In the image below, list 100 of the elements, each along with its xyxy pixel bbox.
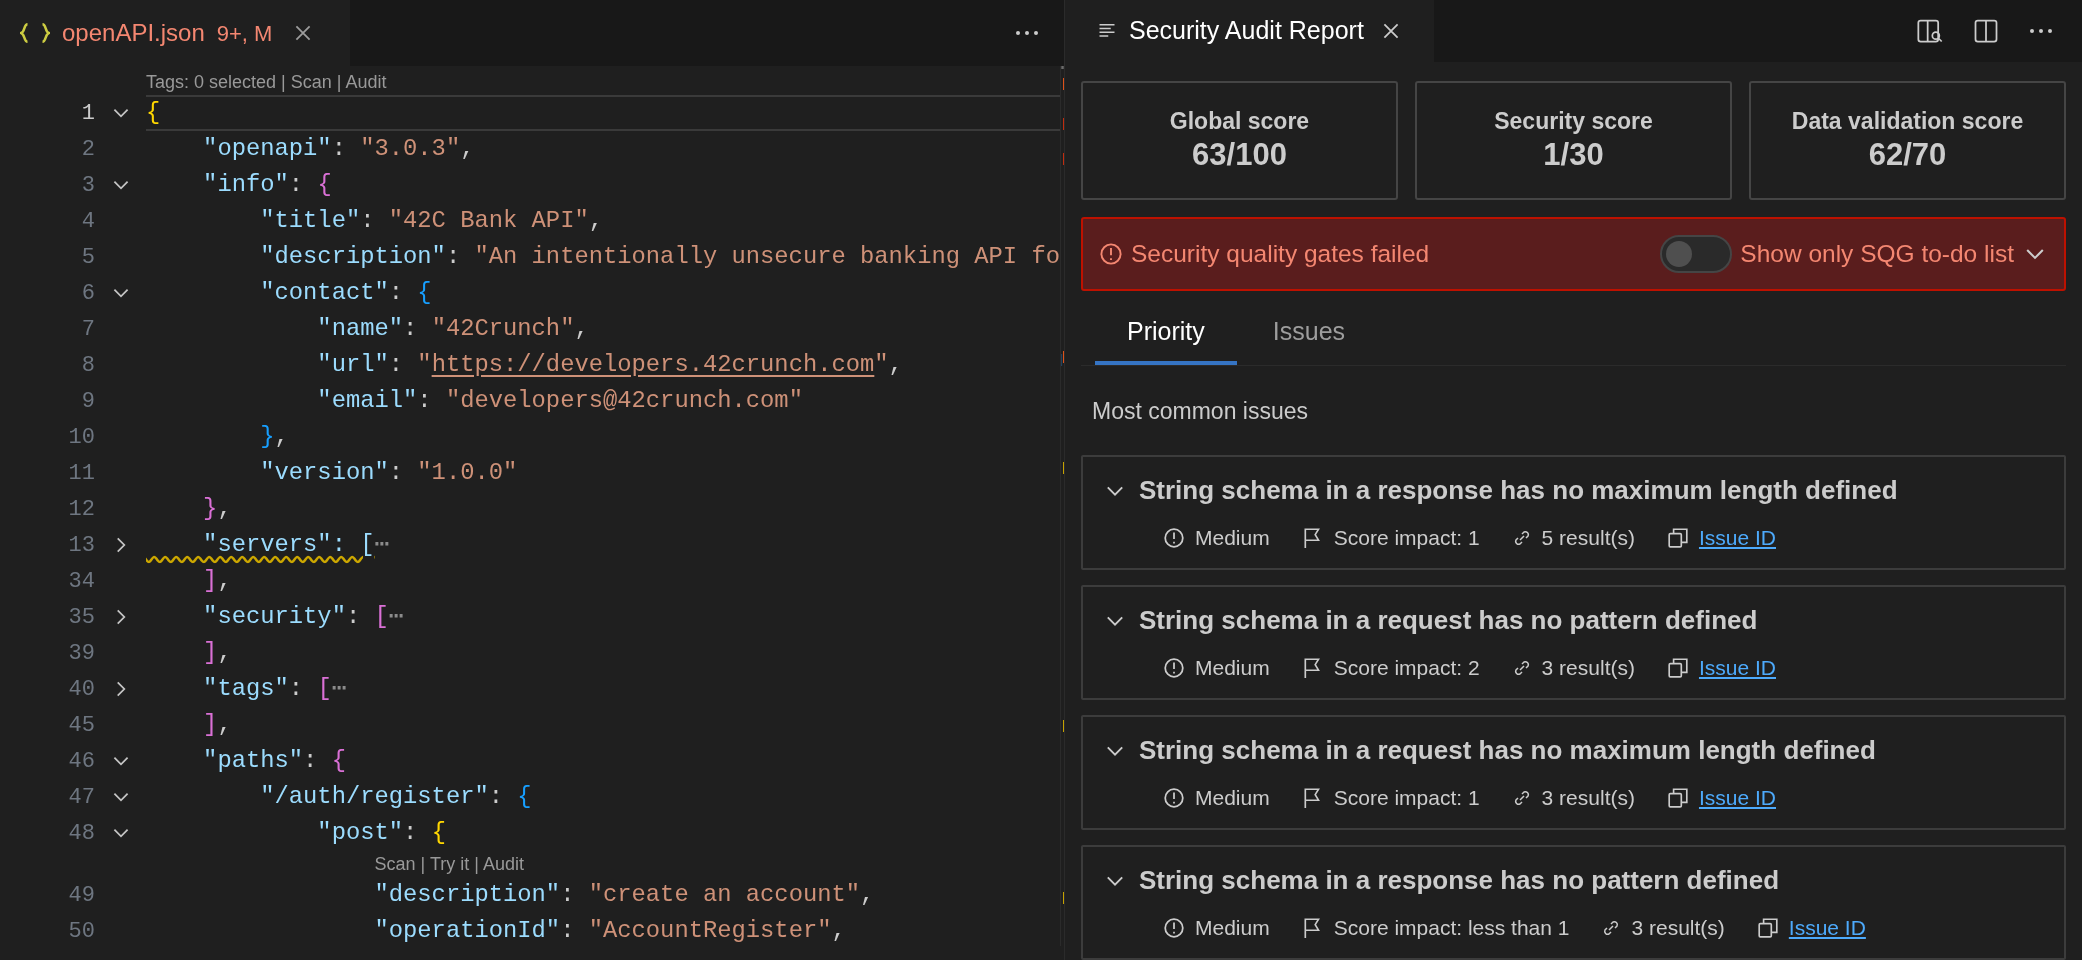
line-number: 49	[67, 881, 95, 910]
code-line: "openapi": "3.0.3",	[202, 134, 476, 165]
issue-card[interactable]: String schema in a request has no pattern defined Medium Score impact: 2 3 result(s) Issue ID	[1081, 585, 2066, 700]
copy-icon[interactable]	[1756, 917, 1779, 939]
tab-title: openAPI.json	[62, 18, 205, 48]
line-number: 6	[80, 279, 95, 308]
line-number: 34	[67, 567, 95, 596]
toggle-label: Show only SQG to-do list	[1740, 238, 2014, 269]
line-number: 8	[80, 351, 95, 380]
line-number: 39	[67, 639, 95, 668]
split-editor-icon[interactable]	[1972, 17, 2000, 45]
line-number: 47	[67, 783, 95, 812]
code-line: "title": "42C Bank API",	[259, 206, 604, 237]
code-line: "servers": [⋯	[202, 530, 390, 561]
line-number: 7	[80, 315, 95, 344]
severity-label: Medium	[1195, 525, 1270, 552]
score-impact: Score impact: 1	[1333, 785, 1480, 812]
more-actions-icon[interactable]	[2028, 28, 2054, 34]
issue-id-link[interactable]: Issue ID	[1698, 522, 1776, 554]
alert-icon	[1099, 242, 1123, 266]
score-label: Global score	[1169, 106, 1310, 136]
result-count: 3 result(s)	[1541, 655, 1635, 682]
code-line: "/auth/register": {	[259, 782, 533, 813]
score-impact: Score impact: 1	[1333, 525, 1480, 552]
code-line: "description": "An intentionally unsecure banking API fo	[259, 242, 1060, 273]
line-number: 3	[80, 171, 95, 200]
issue-card[interactable]: String schema in a request has no maximum length defined Medium Score impact: 1 3 result(s) Issue ID	[1081, 715, 2066, 830]
issue-id-link[interactable]: Issue ID	[1788, 912, 1866, 944]
code-line: "email": "developers@42crunch.com"	[316, 386, 804, 417]
copy-icon[interactable]	[1666, 787, 1689, 809]
score-value: 1/30	[1543, 135, 1604, 174]
code-line: ],	[202, 566, 233, 597]
result-count: 3 result(s)	[1541, 785, 1635, 812]
line-number: 5	[80, 243, 95, 272]
section-title: Most common issues	[1092, 396, 1309, 426]
code-line: },	[202, 494, 233, 525]
banner-message: Security quality gates failed	[1131, 238, 1430, 269]
line-number: 35	[67, 603, 95, 632]
issue-id-link[interactable]: Issue ID	[1698, 782, 1776, 814]
issue-title: String schema in a request has no maximum length defined	[1139, 734, 1876, 768]
alert-icon	[1163, 787, 1185, 809]
copy-icon[interactable]	[1666, 527, 1689, 549]
line-number: 11	[67, 459, 95, 488]
code-line: "security": [⋯	[202, 602, 405, 633]
alert-icon	[1163, 527, 1185, 549]
more-actions-icon[interactable]	[1014, 30, 1040, 36]
alert-icon	[1163, 917, 1185, 939]
code-lens[interactable]: Tags: 0 selected | Scan | Audit	[146, 68, 387, 96]
line-number: 10	[67, 423, 95, 452]
code-lens[interactable]: Scan | Try it | Audit	[374, 850, 524, 878]
severity-label: Medium	[1195, 785, 1270, 812]
code-line: ],	[202, 710, 233, 741]
line-number: 50	[67, 917, 95, 946]
score-impact: Score impact: less than 1	[1333, 915, 1570, 942]
code-line: "operationId": "AccountRegister",	[373, 916, 847, 947]
toggle-switch[interactable]	[1660, 235, 1733, 273]
issue-title: String schema in a request has no pattern defined	[1139, 604, 1758, 638]
code-line: "contact": {	[259, 278, 433, 309]
code-line: "version": "1.0.0"	[259, 458, 519, 489]
issue-card[interactable]: String schema in a response has no maximum length defined Medium Score impact: 1 5 result(s) Issue ID	[1081, 455, 2066, 570]
line-number: 12	[67, 495, 95, 524]
view-tab[interactable]: Issues	[1240, 301, 1378, 365]
code-line: "post": {	[316, 818, 447, 849]
line-number: 40	[67, 675, 95, 704]
line-number: 9	[80, 387, 95, 416]
issue-id-link[interactable]: Issue ID	[1698, 652, 1776, 684]
code-line: "name": "42Crunch",	[316, 314, 590, 345]
code-line: "description": "create an account",	[373, 880, 876, 911]
view-tab[interactable]: Priority	[1095, 301, 1237, 365]
line-number: 4	[80, 207, 95, 236]
issue-card[interactable]: String schema in a response has no pattern defined Medium Score impact: less than 1 3 result(s) Issue ID	[1081, 845, 2066, 960]
result-count: 5 result(s)	[1541, 525, 1635, 552]
code-line: "url": "https://developers.42crunch.com",	[316, 350, 904, 381]
score-value: 63/100	[1192, 135, 1287, 174]
copy-icon[interactable]	[1666, 657, 1689, 679]
code-line: "info": {	[202, 170, 333, 201]
report-tab[interactable]: Security Audit Report	[1065, 0, 1434, 62]
severity-label: Medium	[1195, 915, 1270, 942]
score-value: 62/70	[1868, 135, 1947, 174]
open-source-icon[interactable]	[1916, 17, 1944, 45]
line-number: 45	[67, 711, 95, 740]
issue-title: String schema in a response has no maximum length defined	[1139, 474, 1898, 508]
code-line: ],	[202, 638, 233, 669]
severity-label: Medium	[1195, 655, 1270, 682]
line-number: 48	[67, 819, 95, 848]
problem-count: 9+, M	[216, 19, 273, 48]
code-line: },	[259, 422, 290, 453]
line-number: 1	[80, 99, 95, 128]
issue-title: String schema in a response has no pattern defined	[1139, 864, 1780, 898]
code-line: "tags": [⋯	[202, 674, 347, 705]
alert-icon	[1163, 657, 1185, 679]
score-label: Data validation score	[1791, 106, 2024, 136]
line-number: 2	[80, 135, 95, 164]
json-file-icon	[20, 22, 50, 44]
tab-title: Security Audit Report	[1129, 15, 1364, 47]
line-number: 13	[67, 531, 95, 560]
editor-tab[interactable]: openAPI.json 9+, M	[0, 0, 350, 66]
line-number: 46	[67, 747, 95, 776]
score-label: Security score	[1494, 106, 1653, 136]
score-impact: Score impact: 2	[1333, 655, 1480, 682]
